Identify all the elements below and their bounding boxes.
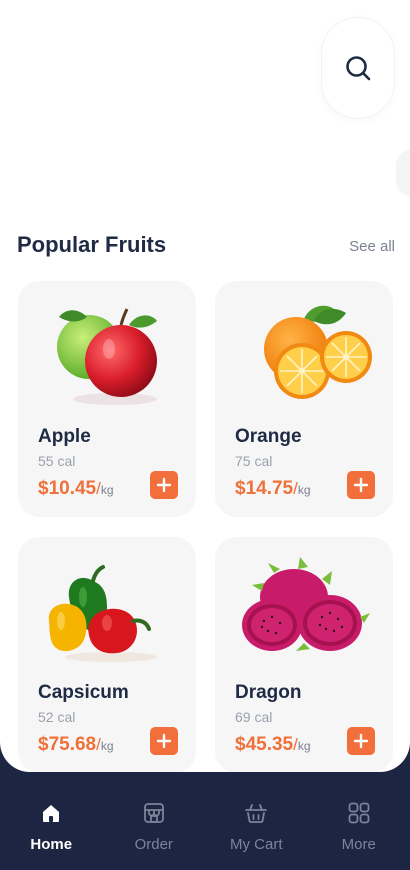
product-calories: 75 cal <box>235 453 273 469</box>
main-screen: Popular Fruits See all Apple 55 cal $10.… <box>0 0 410 772</box>
product-name: Orange <box>235 426 302 447</box>
section-title: Popular Fruits <box>17 232 167 257</box>
plus-icon <box>156 733 172 749</box>
see-all-link[interactable]: See all <box>349 238 395 255</box>
product-price: $14.75/kg <box>235 478 311 499</box>
tab-label: More <box>341 836 376 853</box>
add-to-cart-button[interactable] <box>150 727 178 755</box>
product-calories: 55 cal <box>38 453 76 469</box>
tab-label: My Cart <box>230 836 283 853</box>
dragon-fruit-image <box>215 551 393 663</box>
plus-icon <box>156 477 172 493</box>
add-to-cart-button[interactable] <box>347 727 375 755</box>
basket-icon <box>243 800 269 826</box>
plus-icon <box>353 733 369 749</box>
product-card-orange[interactable]: Orange 75 cal $14.75/kg <box>215 281 393 517</box>
plus-icon <box>353 477 369 493</box>
product-name: Capsicum <box>38 682 129 703</box>
product-calories: 52 cal <box>38 709 76 725</box>
add-to-cart-button[interactable] <box>347 471 375 499</box>
capsicum-image <box>18 551 196 663</box>
orange-image <box>215 295 393 407</box>
apple-image <box>18 295 196 407</box>
product-name: Dragon <box>235 682 302 703</box>
bottom-tab-bar: Home Order My Cart More <box>0 772 410 870</box>
product-price: $10.45/kg <box>38 478 114 499</box>
product-card-capsicum[interactable]: Capsicum 52 cal $75.68/kg <box>18 537 196 772</box>
add-to-cart-button[interactable] <box>150 471 178 499</box>
store-icon <box>141 800 167 826</box>
home-icon <box>38 800 64 826</box>
tab-label: Home <box>30 836 73 853</box>
tab-my-cart[interactable]: My Cart <box>205 772 308 870</box>
search-icon <box>346 56 371 81</box>
grid-icon <box>346 800 372 826</box>
search-button[interactable] <box>322 18 394 118</box>
product-name: Apple <box>38 426 91 447</box>
tab-home[interactable]: Home <box>0 772 103 870</box>
tab-label: Order <box>134 836 173 853</box>
tab-order[interactable]: Order <box>103 772 206 870</box>
category-chip-partial[interactable] <box>396 150 410 196</box>
tab-more[interactable]: More <box>308 772 410 870</box>
product-card-apple[interactable]: Apple 55 cal $10.45/kg <box>18 281 196 517</box>
product-price: $45.35/kg <box>235 734 311 755</box>
product-calories: 69 cal <box>235 709 273 725</box>
product-card-dragon[interactable]: Dragon 69 cal $45.35/kg <box>215 537 393 772</box>
product-price: $75.68/kg <box>38 734 114 755</box>
